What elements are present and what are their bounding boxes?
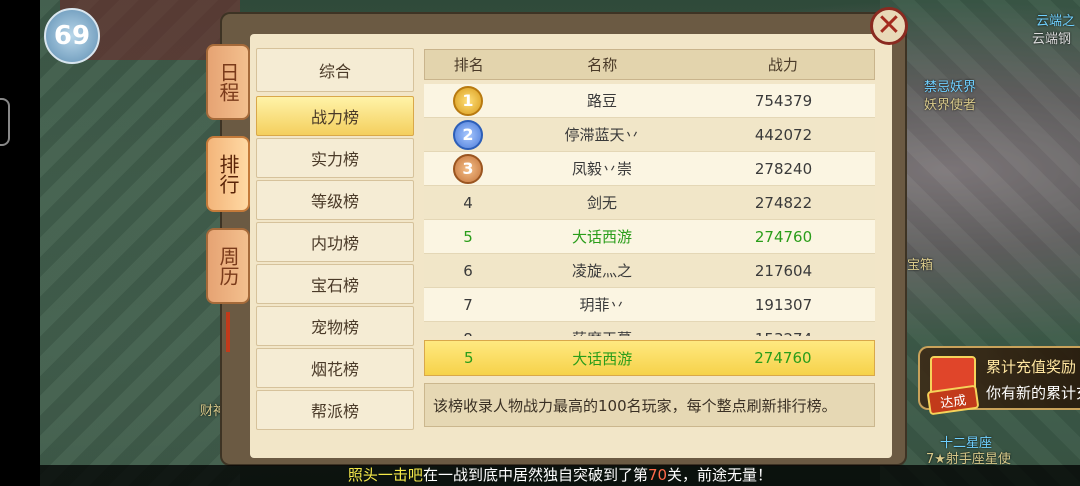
silver-medal-icon: 2 (453, 119, 483, 150)
header-name: 名称 (587, 56, 618, 74)
tab-ranking-label: 排行 (216, 154, 240, 194)
player-rank: 6 (463, 261, 473, 280)
map-label-cloud-b: 云端钢 (1032, 32, 1072, 47)
level-number: 69 (53, 21, 91, 51)
player-name: 凌旋灬之 (571, 262, 632, 280)
map-label-demon-realm[interactable]: 禁忌妖界 (924, 76, 976, 95)
table-row[interactable]: 1 路豆 754379 (424, 84, 875, 118)
table-row[interactable]: 8 莎摩王蔓 153274 (424, 322, 875, 336)
recharge-subtitle: 你有新的累计充 (986, 384, 1080, 402)
player-power: 278240 (754, 159, 813, 178)
table-row[interactable]: 3 凤毅丷崇 278240 (424, 152, 875, 186)
tab-ranking[interactable]: 排行 (206, 136, 250, 212)
table-row-self[interactable]: 5 大话西游 274760 (424, 220, 875, 254)
player-rank: 4 (463, 193, 473, 212)
header-power: 战力 (767, 56, 798, 74)
category-fireworks[interactable]: 烟花榜 (256, 348, 414, 388)
gold-medal-icon: 1 (453, 85, 483, 116)
player-power: 274760 (754, 227, 813, 246)
tab-schedule-label: 日程 (216, 62, 240, 102)
player-name: 停滞蓝天丷 (564, 126, 640, 144)
player-rank: 8 (424, 330, 512, 337)
player-power: 754379 (754, 91, 813, 110)
announcement-text-b: 关，前途无量！ (667, 466, 773, 484)
player-power: 217604 (754, 261, 813, 280)
description-text: 该榜收录人物战力最高的100名玩家，每个整点刷新排行榜。 (433, 396, 837, 415)
ranking-table-header: 排名 名称 战力 (424, 49, 875, 80)
player-power: 274822 (754, 193, 813, 212)
category-inner-skill[interactable]: 内功榜 (256, 222, 414, 262)
ranking-table-body[interactable]: 1 路豆 754379 2 停滞蓝天丷 442072 3 凤毅丷崇 278240… (424, 84, 875, 336)
close-button[interactable]: ✕ (870, 7, 908, 45)
ranking-description: 该榜收录人物战力最高的100名玩家，每个整点刷新排行榜。 (424, 383, 875, 427)
table-row[interactable]: 6 凌旋灬之 217604 (424, 254, 875, 288)
tab-weekly-label: 周历 (216, 246, 240, 286)
category-gem[interactable]: 宝石榜 (256, 264, 414, 304)
player-rank: 5 (463, 227, 473, 246)
roof-tiles-right (880, 0, 1080, 486)
tab-weekly[interactable]: 周历 (206, 228, 250, 304)
my-power: 274760 (754, 349, 812, 367)
player-name: 玥菲丷 (579, 296, 625, 314)
close-icon: ✕ (876, 8, 902, 43)
table-row[interactable]: 4 剑无 274822 (424, 186, 875, 220)
category-guild[interactable]: 帮派榜 (256, 390, 414, 430)
tassel-decoration (226, 312, 230, 352)
player-name: 剑无 (586, 194, 617, 212)
category-combat-power[interactable]: 战力榜 (256, 96, 414, 136)
announcement-player: 照头一击吧 (347, 466, 423, 484)
category-overall[interactable]: 综合 (256, 48, 414, 92)
system-announcement: 照头一击吧在一战到底中居然独自突破到了第70关，前途无量！ (40, 465, 1080, 486)
tab-schedule[interactable]: 日程 (206, 44, 250, 120)
category-level[interactable]: 等级榜 (256, 180, 414, 220)
announcement-text-a: 在一战到底中居然独自突破到了第 (422, 466, 648, 484)
announcement-stage: 70 (647, 466, 668, 484)
player-level-badge[interactable]: 69 (44, 8, 100, 64)
table-row[interactable]: 7 玥菲丷 191307 (424, 288, 875, 322)
my-name: 大话西游 (572, 349, 633, 368)
map-label-demon-envoy[interactable]: 妖界使者 (924, 94, 976, 113)
category-strength[interactable]: 实力榜 (256, 138, 414, 178)
player-name: 凤毅丷崇 (571, 160, 632, 178)
player-name: 路豆 (586, 92, 617, 110)
map-label-cloud-a: 云端之 (1036, 14, 1076, 29)
player-power: 191307 (754, 295, 813, 314)
recharge-reward-banner[interactable]: 达成 累计充值奖励 你有新的累计充 (918, 346, 1080, 416)
table-row[interactable]: 2 停滞蓝天丷 442072 (424, 118, 875, 152)
player-name: 莎摩王蔓 (512, 328, 692, 336)
player-rank: 7 (463, 295, 473, 314)
category-pet[interactable]: 宠物榜 (256, 306, 414, 346)
bronze-medal-icon: 3 (453, 153, 483, 184)
my-ranking-row: 5 大话西游 274760 (424, 340, 875, 376)
player-name: 大话西游 (571, 228, 632, 246)
player-power: 442072 (754, 125, 813, 144)
my-rank: 5 (464, 349, 474, 367)
header-rank: 排名 (453, 56, 484, 74)
player-power: 153274 (692, 330, 875, 337)
edge-handle[interactable] (0, 98, 10, 146)
screen-edge (0, 0, 40, 486)
recharge-title: 累计充值奖励 (986, 358, 1077, 376)
